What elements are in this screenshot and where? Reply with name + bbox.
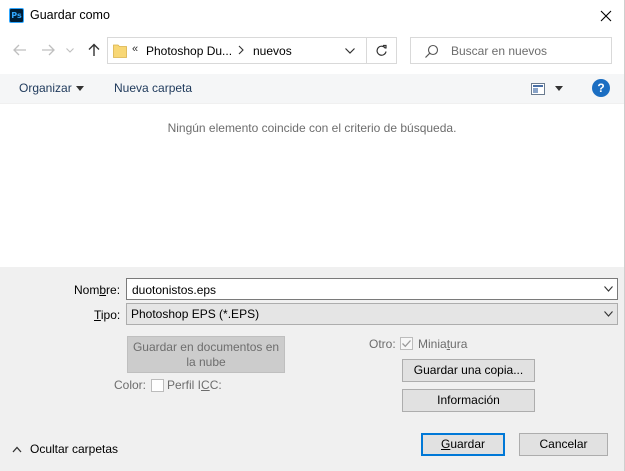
hide-folders-toggle[interactable]: Ocultar carpetas (12, 442, 118, 456)
chevron-right-icon[interactable] (236, 44, 246, 56)
cancel-button[interactable]: Cancelar (519, 433, 608, 456)
caret-down-icon[interactable] (76, 86, 84, 91)
chevron-up-icon (12, 446, 22, 452)
other-label: Otro: (369, 337, 396, 351)
icc-profile-checkbox[interactable] (151, 379, 164, 392)
color-label: Color: (114, 378, 147, 392)
save-button[interactable]: Guardar (421, 433, 505, 456)
arrow-left-icon (13, 44, 26, 56)
arrow-right-icon (42, 44, 55, 56)
breadcrumb-item-nuevos[interactable]: nuevos (253, 44, 292, 58)
back-button[interactable] (10, 40, 30, 60)
file-name-input[interactable] (132, 282, 592, 297)
save-copy-button[interactable]: Guardar una copia... (402, 359, 535, 382)
refresh-button[interactable] (367, 37, 397, 64)
file-type-label: Tipo: (94, 308, 121, 322)
search-input[interactable] (451, 43, 606, 59)
help-icon[interactable]: ? (592, 79, 610, 97)
chevron-down-icon[interactable] (604, 286, 613, 292)
save-options-panel: Nombre: Tipo: Photoshop EPS (*.EPS) Guar… (0, 267, 624, 471)
icc-profile-label: Perfil ICC: (167, 378, 222, 392)
breadcrumb-item-photoshop[interactable]: Photoshop Du... (146, 44, 232, 58)
chevron-down-icon (66, 47, 74, 53)
search-box[interactable] (410, 37, 612, 64)
refresh-icon (376, 44, 387, 56)
thumbnail-checkbox[interactable] (400, 337, 413, 350)
hide-folders-label: Ocultar carpetas (30, 442, 119, 456)
save-to-cloud-button[interactable]: Guardar en documentos en la nube (127, 336, 285, 373)
organize-button[interactable]: Organizar (19, 81, 72, 95)
thumbnail-label: Miniatura (418, 337, 468, 351)
chevron-down-icon (604, 311, 613, 317)
address-bar[interactable]: « Photoshop Du... nuevos (107, 37, 367, 64)
information-button[interactable]: Información (402, 389, 535, 412)
title-bar: Ps Guardar como (0, 0, 625, 31)
file-name-label: Nombre: (74, 283, 121, 297)
photoshop-app-icon: Ps (9, 8, 24, 23)
file-type-value: Photoshop EPS (*.EPS) (131, 307, 260, 321)
file-list-area[interactable]: Ningún elemento coincide con el criterio… (0, 105, 624, 267)
up-button[interactable] (84, 40, 104, 60)
forward-button[interactable] (38, 40, 58, 60)
search-icon (425, 44, 439, 58)
command-bar: Organizar Nueva carpeta ? (0, 74, 624, 104)
view-options-icon[interactable] (531, 83, 545, 95)
save-as-dialog: Ps Guardar como « Photoshop Du... nuevos… (0, 0, 625, 471)
close-icon (600, 10, 612, 22)
window-title: Guardar como (30, 8, 110, 22)
breadcrumb-overflow[interactable]: « (132, 43, 138, 55)
recent-locations-button[interactable] (60, 40, 80, 60)
empty-results-message: Ningún elemento coincide con el criterio… (167, 121, 457, 135)
close-button[interactable] (595, 5, 617, 27)
checkmark-icon (402, 340, 411, 348)
file-name-combobox[interactable] (126, 278, 618, 300)
chevron-down-icon[interactable] (344, 46, 356, 56)
file-type-select[interactable]: Photoshop EPS (*.EPS) (126, 303, 618, 325)
caret-down-icon[interactable] (555, 86, 563, 91)
new-folder-button[interactable]: Nueva carpeta (114, 81, 192, 95)
folder-icon (113, 44, 127, 58)
arrow-up-icon (88, 43, 100, 56)
